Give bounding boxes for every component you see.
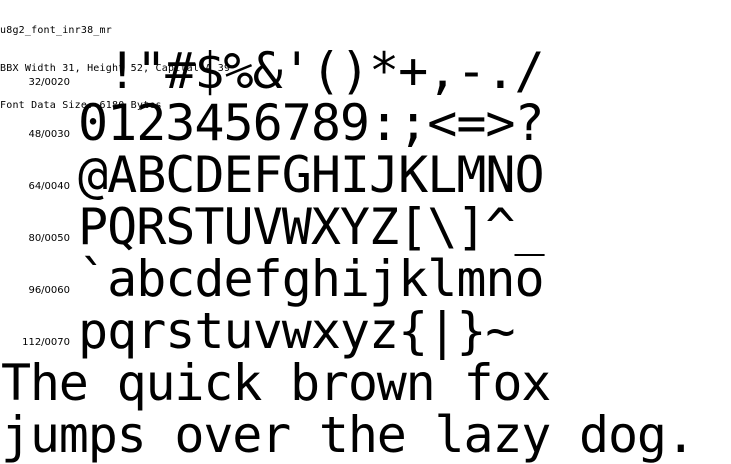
row-code-label: 48/0030 xyxy=(28,129,70,140)
row-code-label: 96/0060 xyxy=(28,285,70,296)
glyph-row-32: 32/0020 !"#$%&'()*+,-./ xyxy=(0,42,731,100)
glyph-sample: 0123456789:;<=>? xyxy=(78,94,545,152)
font-name: u8g2_font_inr38_mr xyxy=(0,25,112,36)
glyph-sample: PQRSTUVWXYZ[\]^_ xyxy=(78,198,545,256)
glyph-sample: pqrstuvwxyz{|}~ xyxy=(78,302,516,360)
row-code-label: 112/0070 xyxy=(22,337,70,348)
pangram-line-2: jumps over the lazy dog. xyxy=(1,406,696,464)
row-code-label: 80/0050 xyxy=(28,233,70,244)
glyph-row-64: 64/0040 @ABCDEFGHIJKLMNO xyxy=(0,146,731,204)
glyph-sample: !"#$%&'()*+,-./ xyxy=(78,42,545,100)
glyph-row-112: 112/0070 pqrstuvwxyz{|}~ xyxy=(0,302,731,360)
row-code-label: 32/0020 xyxy=(28,77,70,88)
glyph-row-96: 96/0060 `abcdefghijklmno xyxy=(0,250,731,308)
pangram-line-1: The quick brown fox xyxy=(1,354,551,412)
glyph-row-80: 80/0050 PQRSTUVWXYZ[\]^_ xyxy=(0,198,731,256)
glyph-row-48: 48/0030 0123456789:;<=>? xyxy=(0,94,731,152)
row-code-label: 64/0040 xyxy=(28,181,70,192)
glyph-sample: @ABCDEFGHIJKLMNO xyxy=(78,146,545,204)
glyph-sample: `abcdefghijklmno xyxy=(78,250,545,308)
